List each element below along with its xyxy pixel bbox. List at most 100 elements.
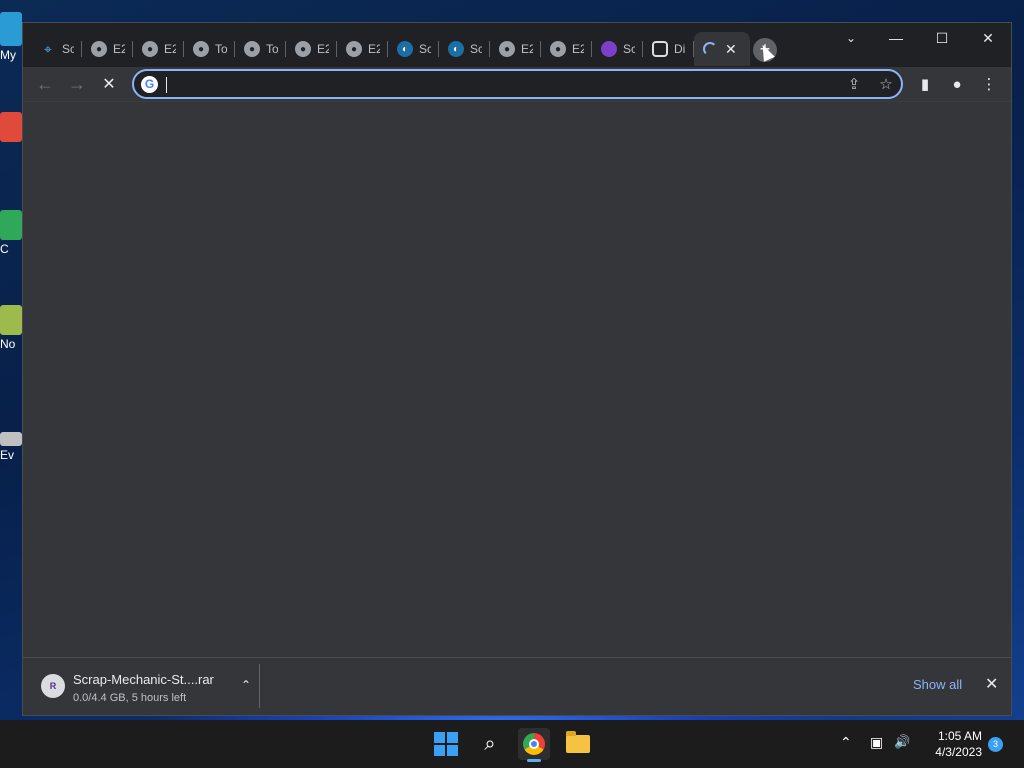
desktop-icon-label: My [0, 48, 16, 62]
tab-title: E2 [317, 42, 329, 56]
app-icon [0, 112, 22, 142]
tab[interactable]: ◐ Sc [388, 32, 439, 66]
tab-title: To [266, 42, 278, 56]
divider [259, 664, 260, 708]
tab-active[interactable]: ✕ [694, 32, 750, 66]
gamepad-icon: ⌖ [44, 40, 52, 57]
forward-button[interactable]: → [65, 72, 89, 96]
share-icon[interactable]: ⇪ [844, 75, 864, 95]
tab-title: Sc [623, 42, 635, 56]
desktop-icon-app-2[interactable]: C [0, 210, 24, 256]
app-icon [0, 210, 22, 240]
tab-title: To [215, 42, 227, 56]
maximize-button[interactable]: ☐ [919, 23, 965, 53]
tab[interactable]: ● E2 [286, 32, 337, 66]
stop-button[interactable]: ✕ [97, 72, 121, 96]
app-icon [0, 305, 22, 335]
loading-spinner-icon [703, 42, 717, 56]
close-tab-icon[interactable]: ✕ [725, 41, 737, 58]
download-file-name: Scrap-Mechanic-St....rar [73, 672, 214, 687]
taskbar-chrome[interactable] [518, 728, 550, 762]
download-shelf: R Scrap-Mechanic-St....rar 0.0/4.4 GB, 5… [23, 657, 1011, 715]
start-button[interactable] [430, 728, 462, 760]
chrome-icon [523, 733, 545, 755]
steam-icon: ◐ [448, 41, 464, 57]
tab[interactable]: ● E2 [337, 32, 388, 66]
desktop-icon-label: C [0, 242, 9, 256]
notification-badge[interactable]: 3 [988, 737, 1003, 752]
clock-date: 4/3/2023 [935, 745, 982, 759]
download-item[interactable]: R Scrap-Mechanic-St....rar 0.0/4.4 GB, 5… [37, 668, 259, 706]
page-content [23, 101, 1011, 657]
taskbar: ⌕ ⌃ ▣ 🔊 1:05 AM 4/3/2023 3 [0, 720, 1024, 768]
globe-icon: ● [499, 41, 515, 57]
tab[interactable]: Di [643, 32, 694, 66]
browser-window: ⌖ Sc ● E2 ● E2 ● To ● To ● E2 ● E2 ◐ Sc ◐ Sc ● E2 … [22, 22, 1012, 716]
globe-icon: ● [550, 41, 566, 57]
profile-icon[interactable]: ● [945, 72, 969, 96]
tab-title: E2 [521, 42, 533, 56]
toolbar: ← → ✕ G ⇪ ☆ ▮ ● ⋮ [23, 67, 1011, 101]
address-bar[interactable]: G ⇪ ☆ [132, 69, 903, 99]
steam-icon: ◐ [397, 41, 413, 57]
desktop-icon-app-1[interactable] [0, 112, 24, 144]
purple-logo-icon [601, 41, 617, 57]
tab[interactable]: ⌖ Sc [31, 32, 82, 66]
tab-search-button[interactable]: ⌄ [841, 31, 861, 47]
tab-title: Sc [62, 42, 74, 56]
side-panel-icon[interactable]: ▮ [913, 72, 937, 96]
database-icon [652, 41, 668, 57]
download-status: 0.0/4.4 GB, 5 hours left [73, 692, 187, 704]
desktop-icon-my-computer[interactable]: My [0, 12, 24, 62]
globe-icon: ● [193, 41, 209, 57]
title-bar: ⌖ Sc ● E2 ● E2 ● To ● To ● E2 ● E2 ◐ Sc ◐ Sc ● E2 … [23, 23, 1011, 67]
tab-title: E2 [368, 42, 380, 56]
chevron-up-icon[interactable]: ⌃ [241, 678, 251, 692]
tab[interactable]: ● To [235, 32, 286, 66]
tab[interactable]: ● E2 [133, 32, 184, 66]
desktop-icon-label: Ev [0, 448, 15, 462]
bookmark-star-icon[interactable]: ☆ [876, 75, 896, 95]
tab[interactable]: Sc [592, 32, 643, 66]
app-icon [0, 432, 22, 446]
volume-icon[interactable]: 🔊 [894, 734, 910, 750]
text-cursor [166, 77, 167, 93]
tab-title: Sc [470, 42, 482, 56]
search-button[interactable]: ⌕ [474, 728, 506, 760]
address-input[interactable] [166, 74, 806, 96]
clock[interactable]: 1:05 AM 4/3/2023 [922, 728, 982, 760]
tab[interactable]: ● E2 [541, 32, 592, 66]
taskbar-file-explorer[interactable] [562, 728, 594, 760]
folder-icon [566, 731, 590, 753]
desktop-icon-app-3[interactable]: No [0, 305, 24, 351]
tab[interactable]: ● To [184, 32, 235, 66]
network-icon[interactable]: ▣ [870, 734, 883, 751]
tab-title: E2 [113, 42, 125, 56]
tab-title: Sc [419, 42, 431, 56]
globe-icon: ● [142, 41, 158, 57]
tab-title: E2 [164, 42, 176, 56]
show-all-link[interactable]: Show all [913, 677, 962, 692]
globe-icon: ● [91, 41, 107, 57]
tab-title: E2 [572, 42, 584, 56]
tray-chevron-icon[interactable]: ⌃ [840, 734, 852, 751]
tab[interactable]: ● E2 [82, 32, 133, 66]
tab[interactable]: ● E2 [490, 32, 541, 66]
tab-title: Di [674, 42, 686, 56]
tab[interactable]: ◐ Sc [439, 32, 490, 66]
search-icon: ⌕ [484, 732, 496, 755]
desktop-icon-app-4[interactable]: Ev [0, 432, 24, 462]
window-controls: — ☐ ✕ [873, 23, 1011, 55]
menu-icon[interactable]: ⋮ [977, 72, 1001, 96]
windows-start-icon [434, 732, 458, 756]
globe-icon: ● [295, 41, 311, 57]
folder-icon [0, 12, 22, 46]
google-icon: G [141, 76, 158, 93]
globe-icon: ● [244, 41, 260, 57]
globe-icon: ● [346, 41, 362, 57]
close-window-button[interactable]: ✕ [965, 23, 1011, 53]
desktop-icon-label: No [0, 337, 16, 351]
minimize-button[interactable]: — [873, 23, 919, 53]
back-button[interactable]: ← [33, 72, 57, 96]
close-shelf-icon[interactable]: ✕ [985, 674, 998, 694]
